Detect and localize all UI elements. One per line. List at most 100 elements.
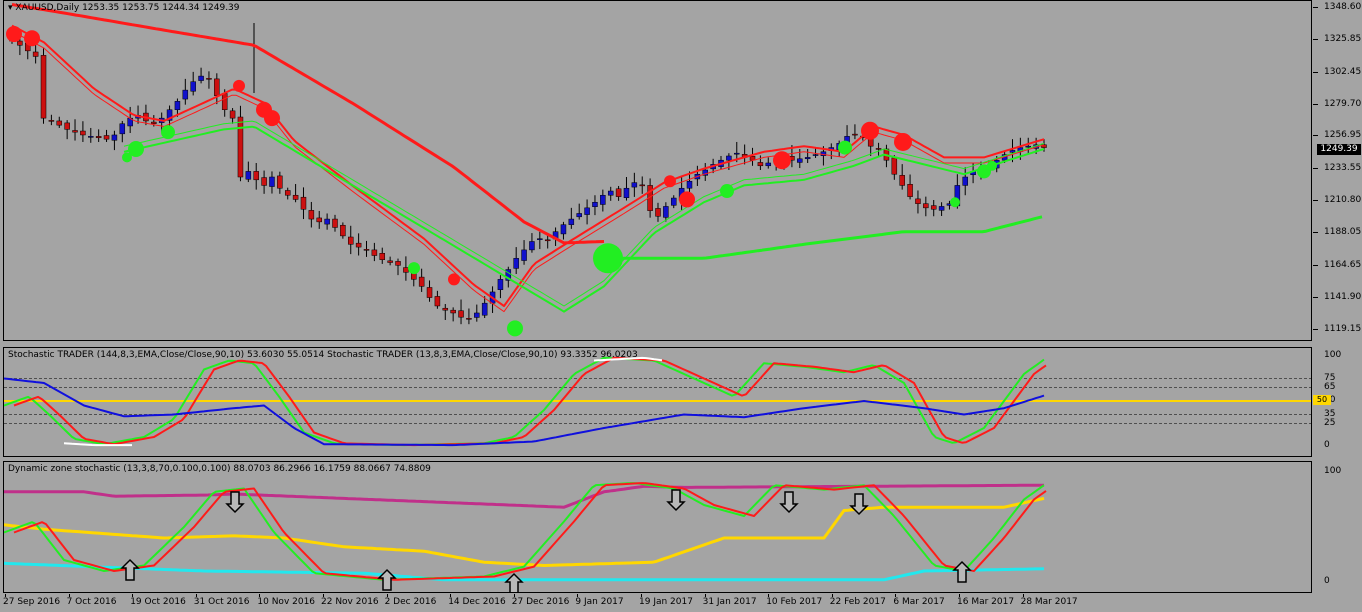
bull-candle — [88, 136, 94, 138]
time-tick-label: 6 Mar 2017 — [893, 597, 945, 607]
bear-candle — [64, 122, 70, 130]
bull-candle — [607, 190, 614, 196]
bull-candle — [529, 241, 535, 251]
bull-candle — [726, 155, 732, 161]
symbol-title: XAUUSD,Daily — [15, 3, 80, 13]
bear-candle — [284, 190, 291, 196]
bear-candle — [891, 157, 898, 175]
sell-signal-dot — [448, 273, 460, 286]
bull-candle — [560, 224, 567, 235]
time-tick-label: 10 Feb 2017 — [766, 597, 823, 607]
price-tick-mark — [1313, 168, 1318, 170]
bull-candle — [521, 249, 527, 261]
bull-candle — [686, 180, 693, 189]
bear-candle — [403, 267, 409, 273]
sell-signal-dot — [664, 175, 676, 188]
bear-candle — [379, 253, 386, 260]
time-tick-label: 27 Dec 2016 — [511, 597, 570, 607]
candles-group — [9, 23, 1047, 325]
bear-candle — [458, 310, 464, 318]
stochastic-tick-label: 0 — [1324, 440, 1330, 450]
price-tick-label: 1348.60 — [1324, 1, 1362, 12]
bull-candle — [962, 176, 968, 186]
buy-signal-dot — [720, 184, 734, 199]
bear-candle — [56, 120, 63, 126]
menu-triangle-icon[interactable]: ▾ — [8, 3, 13, 13]
bull-candle — [190, 81, 196, 92]
price-tick-label: 1188.05 — [1324, 227, 1362, 237]
time-tick-label: 19 Jan 2017 — [639, 597, 693, 607]
bull-candle — [245, 171, 252, 180]
bear-candle — [261, 177, 267, 186]
buy-signal-dot — [593, 243, 623, 274]
bull-candle — [174, 101, 181, 110]
price-tick-mark — [1313, 296, 1318, 298]
bear-candle — [395, 261, 401, 266]
price-tick-mark — [1313, 103, 1318, 105]
bull-candle — [537, 238, 543, 240]
sell-signal-dot — [861, 121, 879, 140]
stochastic-tick-label: 65 — [1324, 381, 1336, 392]
price-chart-canvas — [6, 3, 1047, 337]
bull-candle — [513, 258, 519, 269]
bear-candle — [434, 296, 441, 307]
dynamic-zone-canvas — [4, 482, 1047, 592]
time-axis: 27 Sep 2016 7 Oct 2016 19 Oct 2016 31 Oct 2… — [0, 594, 1312, 612]
price-tick-mark — [1313, 328, 1318, 330]
bear-candle — [371, 249, 378, 256]
time-tick-label: 16 Mar 2017 — [957, 597, 1015, 607]
time-tick-label: 27 Sep 2016 — [3, 597, 61, 607]
bear-candle — [277, 175, 283, 189]
dz-stochastic-green-line — [4, 482, 1045, 581]
dynamic-zone-pane[interactable]: Dynamic zone stochastic (13,3,8,70,0.100… — [3, 461, 1312, 593]
bull-candle — [576, 213, 582, 218]
bear-candle — [615, 188, 622, 197]
red-ma-line — [11, 24, 1045, 307]
bear-candle — [639, 184, 645, 187]
bear-candle — [915, 198, 921, 204]
bull-candle — [1025, 145, 1031, 148]
sell-arrow-icon — [779, 491, 799, 514]
bear-candle — [347, 236, 354, 245]
bear-candle — [757, 162, 764, 167]
time-tick-label: 7 Oct 2016 — [66, 597, 117, 607]
upper-zone-magenta-line — [4, 483, 1044, 509]
sell-signal-dot — [773, 151, 791, 170]
dynamic-zone-tick-label: 0 — [1324, 576, 1330, 586]
bull-candle — [474, 312, 480, 318]
price-tick-label: 1279.70 — [1324, 98, 1362, 109]
buy-signal-dot — [950, 197, 960, 208]
bear-candle — [355, 242, 362, 248]
price-tick-label: 1302.45 — [1324, 66, 1362, 77]
bull-candle — [584, 207, 590, 215]
bull-candle — [734, 152, 740, 155]
bear-candle — [151, 121, 157, 124]
bear-candle — [214, 78, 220, 96]
price-chart-pane[interactable]: ▾ XAUUSD,Daily 1253.35 1253.75 1244.34 1… — [3, 0, 1312, 341]
slow-stochastic-blue-line — [4, 377, 1045, 447]
price-tick-label: 1325.85 — [1324, 33, 1362, 44]
time-tick-label: 10 Nov 2016 — [257, 597, 316, 607]
bear-candle — [426, 287, 433, 298]
buy-signal-dot — [987, 160, 997, 171]
bear-candle — [899, 175, 905, 186]
time-tick-label: 31 Jan 2017 — [702, 597, 757, 607]
buy-arrow-icon — [504, 572, 524, 592]
bear-candle — [17, 40, 23, 46]
bear-candle — [466, 318, 472, 320]
bear-candle — [80, 130, 86, 136]
bear-candle — [229, 110, 236, 119]
bear-candle — [308, 210, 315, 220]
price-tick-mark — [1313, 6, 1318, 8]
bull-candle — [592, 201, 598, 207]
dynamic-zone-label: Dynamic zone stochastic (13,3,8,70,0.100… — [8, 464, 431, 474]
bull-candle — [623, 187, 630, 199]
stochastic-trader-pane[interactable]: Stochastic TRADER (144,8,3,EMA,Close/Clo… — [3, 347, 1312, 457]
bull-candle — [182, 89, 189, 100]
chart-header: ▾ XAUUSD,Daily 1253.35 1253.75 1244.34 1… — [8, 3, 240, 13]
bear-candle — [363, 249, 370, 251]
bear-candle — [852, 133, 858, 136]
bull-candle — [663, 206, 669, 218]
price-tick-label: 1233.55 — [1324, 163, 1362, 174]
stochastic-tick-label: 25 — [1324, 417, 1336, 428]
